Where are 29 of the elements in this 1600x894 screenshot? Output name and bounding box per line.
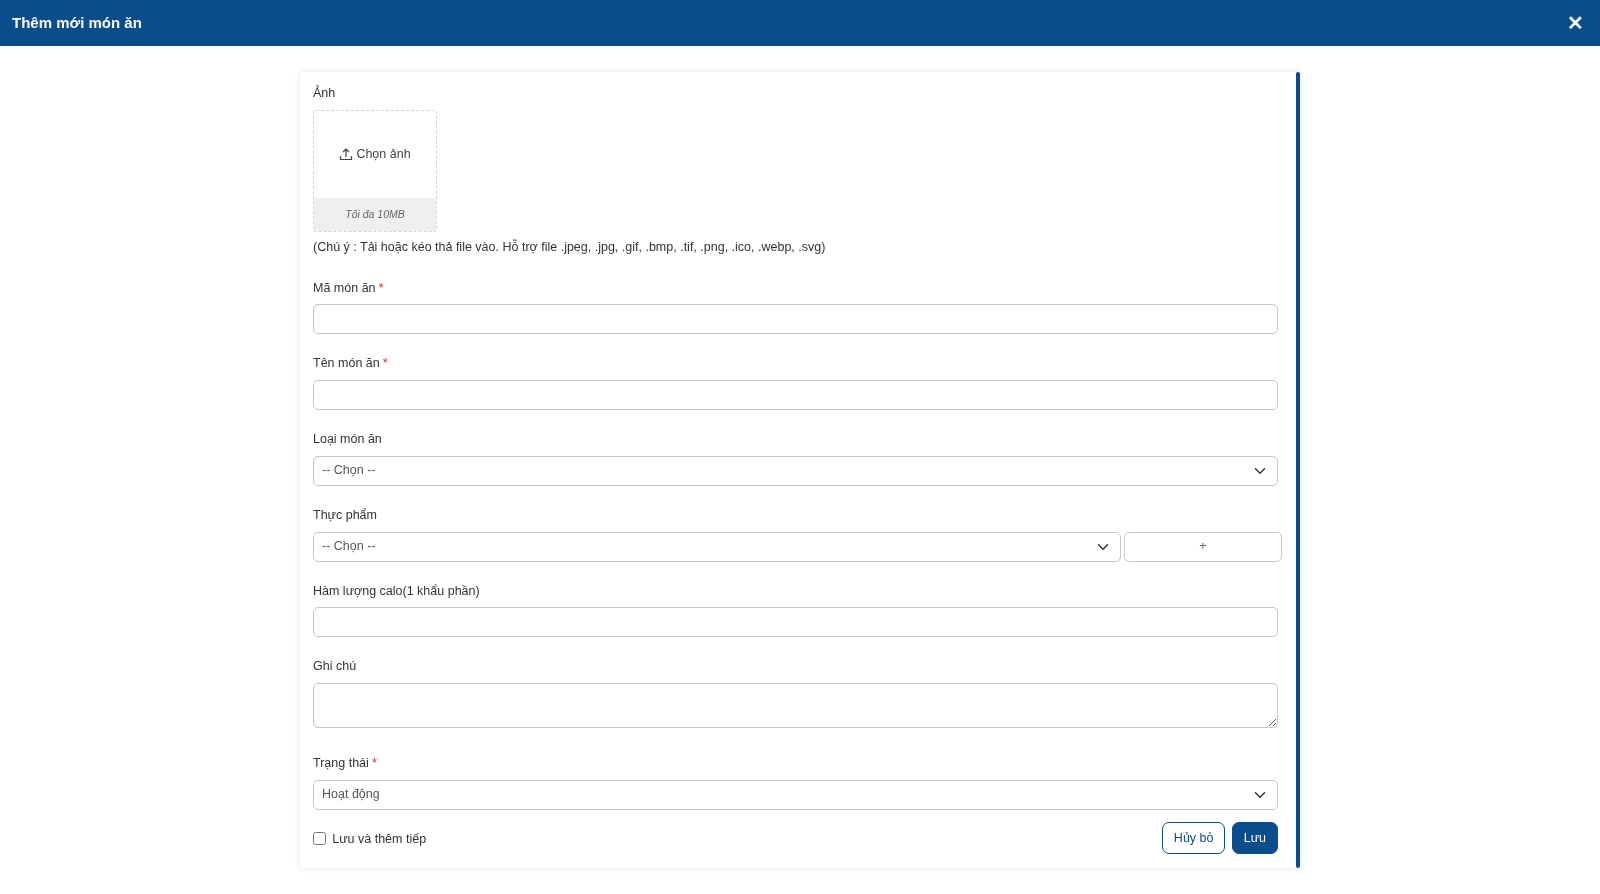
upload-note: (Chú ý : Tải hoặc kéo thả file vào. Hỗ trợ file .jpeg, .jpg, .gif, .bmp, .tif, .png, .ico, .webp, .svg) <box>313 238 827 256</box>
select-field[interactable]: -- Chọn -- <box>313 531 1121 562</box>
input-field[interactable] <box>313 607 1278 638</box>
field-label: Loại món ăn <box>313 432 382 446</box>
field-label: Ảnh <box>313 84 337 102</box>
cancel-button[interactable]: Hủy bỏ <box>1161 821 1226 855</box>
add-button[interactable]: + <box>1124 531 1282 562</box>
field-label: Ghi chú <box>313 659 357 674</box>
select-field[interactable]: Hoạt động <box>313 779 1278 810</box>
textarea-field[interactable] <box>313 683 1278 728</box>
field-label: Tên món ăn <box>313 356 380 371</box>
window-title: Thêm mới món ăn <box>12 12 142 33</box>
required-asterisk: * <box>382 356 388 371</box>
field-label: Mã món ăn <box>313 280 376 295</box>
required-asterisk: * <box>378 280 384 295</box>
checkbox[interactable] <box>313 832 326 846</box>
upload-icon <box>339 147 354 162</box>
input-field[interactable] <box>313 304 1278 335</box>
field-label: Trạng thái <box>313 755 369 770</box>
save-button[interactable]: Lưu <box>1231 821 1278 855</box>
select-field[interactable]: -- Chọn -- <box>313 455 1278 486</box>
field-label: Hàm lượng calo(1 khẩu phần) <box>313 583 480 598</box>
upload-button[interactable]: Chọn ảnh <box>314 110 436 198</box>
checkbox-label: Lưu và thêm tiếp <box>332 830 427 848</box>
input-field[interactable] <box>313 380 1278 410</box>
field-label: Thực phẩm <box>313 507 377 522</box>
close-button[interactable]: ✕ <box>1563 13 1588 33</box>
required-asterisk: * <box>371 755 377 770</box>
size-limit-text: Tối đa 10MB <box>314 198 436 231</box>
